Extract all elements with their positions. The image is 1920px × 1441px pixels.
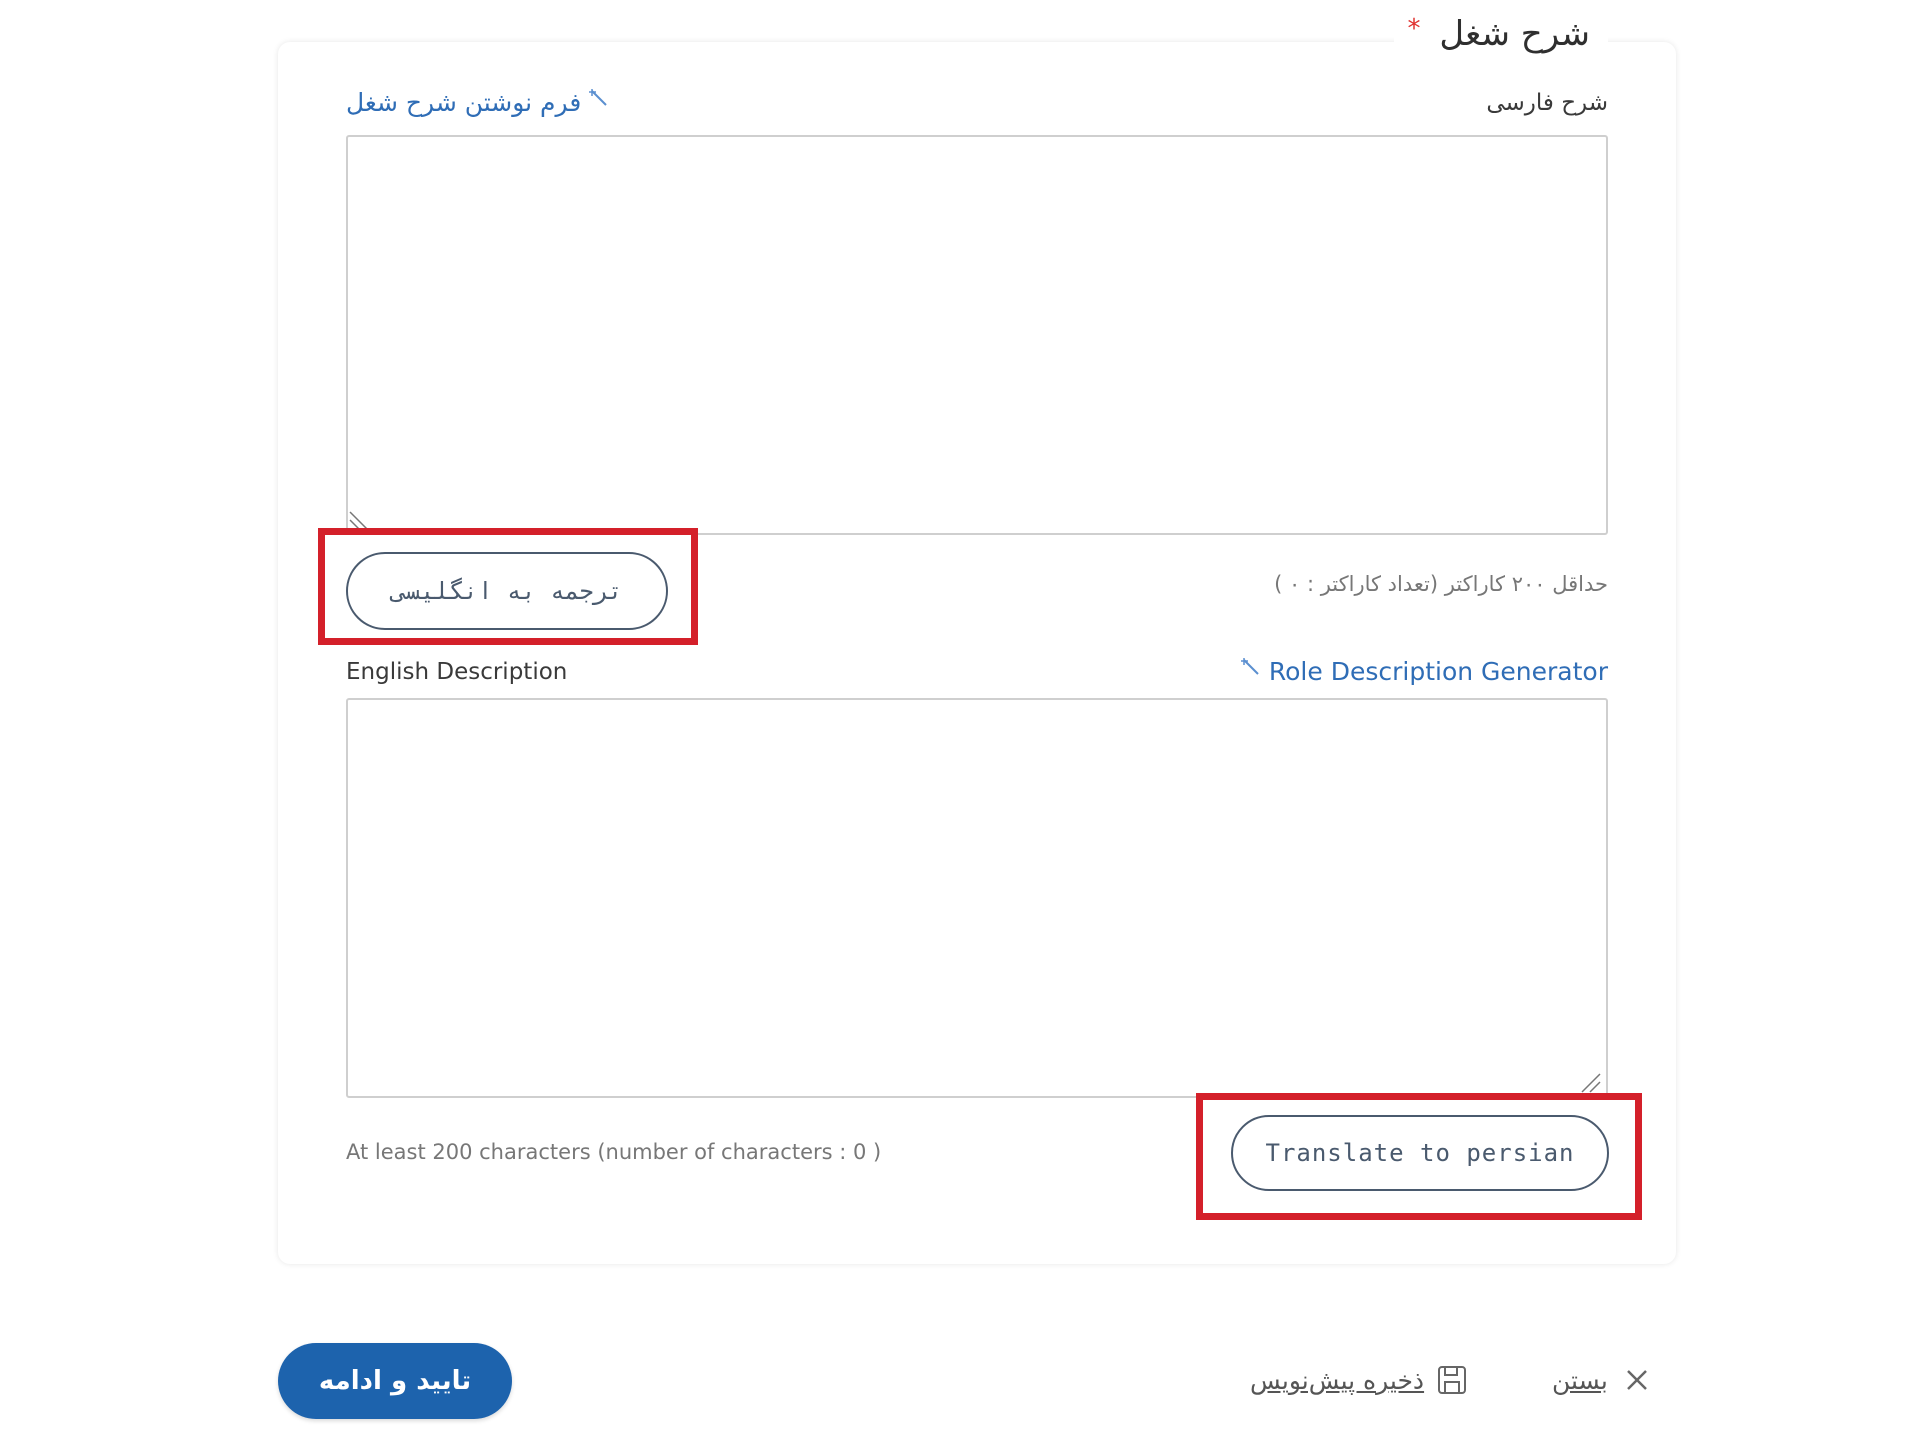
magic-wand-icon [1240, 658, 1259, 675]
persian-description-label: شرح فارسی [1486, 90, 1608, 116]
english-character-count-hint: At least 200 characters (number of chara… [346, 1140, 882, 1164]
section-title-text: شرح شغل [1439, 14, 1590, 54]
magic-wand-icon [589, 89, 607, 106]
translate-to-english-button[interactable]: ترجمه به انگلیسی [346, 552, 668, 630]
role-description-generator-label: Role Description Generator [1268, 657, 1608, 686]
translate-to-persian-button[interactable]: Translate to persian [1231, 1115, 1609, 1191]
job-description-card: شرح شغل * شرح فارسی فرم نوشتن شرح شغل حد… [278, 14, 1676, 1264]
confirm-and-continue-button[interactable]: تایید و ادامه [278, 1343, 512, 1419]
english-description-textarea[interactable] [346, 698, 1608, 1098]
floppy-disk-icon [1438, 1366, 1467, 1394]
role-description-generator-link[interactable]: Role Description Generator [1240, 657, 1608, 686]
persian-description-textarea[interactable] [346, 135, 1608, 535]
required-marker: * [1407, 14, 1421, 44]
english-description-label: English Description [346, 659, 568, 685]
job-description-form-link[interactable]: فرم نوشتن شرح شغل [346, 88, 609, 117]
close-button[interactable]: بستن [1552, 1360, 1650, 1400]
resize-grip-icon[interactable] [348, 510, 370, 532]
persian-character-count-hint: حداقل ۲۰۰ کاراکتر (تعداد کاراکتر : ۰ ) [1274, 572, 1608, 596]
section-title: شرح شغل * [1393, 14, 1608, 54]
job-description-form-link-label: فرم نوشتن شرح شغل [346, 88, 582, 117]
close-x-icon [1626, 1370, 1647, 1390]
close-label: بستن [1552, 1365, 1608, 1395]
save-draft-label: ذخیره پیش‌نویس [1250, 1365, 1425, 1395]
resize-grip-icon[interactable] [1580, 1072, 1602, 1094]
save-draft-button[interactable]: ذخیره پیش‌نویس [1250, 1360, 1468, 1400]
